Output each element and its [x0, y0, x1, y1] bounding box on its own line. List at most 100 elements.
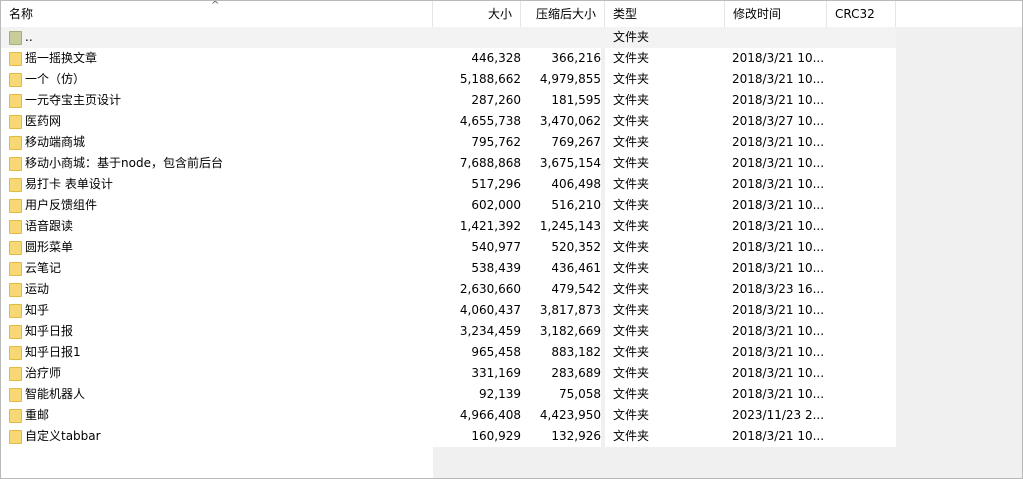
folder-row[interactable]: 重邮 4,966,408 4,423,950 文件夹 2023/11/23 2...	[1, 405, 896, 426]
folder-type: 文件夹	[605, 300, 725, 321]
folder-packed-size: 4,979,855	[521, 69, 601, 90]
folder-modified: 2018/3/21 10...	[725, 195, 827, 216]
folder-row[interactable]: 知乎 4,060,437 3,817,873 文件夹 2018/3/21 10...	[1, 300, 896, 321]
column-header-packed-size[interactable]: 压缩后大小	[521, 1, 605, 27]
folder-modified: 2018/3/21 10...	[725, 216, 827, 237]
folder-row[interactable]: 知乎日报1 965,458 883,182 文件夹 2018/3/21 10...	[1, 342, 896, 363]
folder-icon	[9, 241, 22, 255]
folder-row[interactable]: 运动 2,630,660 479,542 文件夹 2018/3/23 16...	[1, 279, 896, 300]
folder-name: 运动	[25, 282, 50, 296]
folder-crc32	[827, 111, 896, 132]
folder-name: 移动端商城	[25, 135, 86, 149]
folder-row[interactable]: 云笔记 538,439 436,461 文件夹 2018/3/21 10...	[1, 258, 896, 279]
column-header-crc32-label: CRC32	[835, 7, 875, 21]
folder-size: 160,929	[433, 426, 521, 447]
folder-size: 538,439	[433, 258, 521, 279]
folder-name-cell: 移动端商城	[1, 132, 433, 153]
folder-name-cell: 用户反馈组件	[1, 195, 433, 216]
folder-modified: 2018/3/21 10...	[725, 384, 827, 405]
folder-packed-size: 181,595	[521, 90, 601, 111]
folder-icon	[9, 325, 22, 339]
folder-icon	[9, 178, 22, 192]
parent-folder-row[interactable]: .. 文件夹	[1, 27, 896, 48]
folder-modified: 2018/3/21 10...	[725, 174, 827, 195]
folder-row[interactable]: 易打卡 表单设计 517,296 406,498 文件夹 2018/3/21 10...	[1, 174, 896, 195]
folder-crc32	[827, 69, 896, 90]
column-header-type[interactable]: 类型	[605, 1, 725, 27]
folder-row[interactable]: 治疗师 331,169 283,689 文件夹 2018/3/21 10...	[1, 363, 896, 384]
folder-row[interactable]: 知乎日报 3,234,459 3,182,669 文件夹 2018/3/21 10...	[1, 321, 896, 342]
folder-size: 602,000	[433, 195, 521, 216]
parent-folder-crc32	[827, 27, 896, 48]
parent-folder-size	[433, 27, 521, 48]
folder-name: 重邮	[25, 408, 50, 422]
folder-row[interactable]: 医药网 4,655,738 3,470,062 文件夹 2018/3/27 10...	[1, 111, 896, 132]
folder-crc32	[827, 279, 896, 300]
folder-size: 2,630,660	[433, 279, 521, 300]
folder-name: 语音跟读	[25, 219, 74, 233]
folder-type: 文件夹	[605, 48, 725, 69]
folder-type: 文件夹	[605, 237, 725, 258]
folder-crc32	[827, 363, 896, 384]
folder-name: 云笔记	[25, 261, 62, 275]
folder-icon	[9, 388, 22, 402]
column-header-modified[interactable]: 修改时间	[725, 1, 827, 27]
column-header-size[interactable]: 大小	[433, 1, 521, 27]
folder-icon	[9, 367, 22, 381]
folder-row[interactable]: 自定义tabbar 160,929 132,926 文件夹 2018/3/21 10..…	[1, 426, 896, 447]
folder-modified: 2018/3/21 10...	[725, 426, 827, 447]
folder-row[interactable]: 智能机器人 92,139 75,058 文件夹 2018/3/21 10...	[1, 384, 896, 405]
folder-name: 知乎	[25, 303, 50, 317]
folder-row[interactable]: 一元夺宝主页设计 287,260 181,595 文件夹 2018/3/21 10...	[1, 90, 896, 111]
folder-row[interactable]: 移动端商城 795,762 769,267 文件夹 2018/3/21 10...	[1, 132, 896, 153]
folder-row[interactable]: 移动小商城：基于node，包含前后台 7,688,868 3,675,154 文件夹 2…	[1, 153, 896, 174]
folder-crc32	[827, 342, 896, 363]
folder-type: 文件夹	[605, 405, 725, 426]
folder-packed-size: 283,689	[521, 363, 601, 384]
folder-row[interactable]: 圆形菜单 540,977 520,352 文件夹 2018/3/21 10...	[1, 237, 896, 258]
folder-name-cell: 智能机器人	[1, 384, 433, 405]
folder-row[interactable]: 摇一摇换文章 446,328 366,216 文件夹 2018/3/21 10...	[1, 48, 896, 69]
parent-folder-modified	[725, 27, 827, 48]
folder-type: 文件夹	[605, 195, 725, 216]
folder-crc32	[827, 132, 896, 153]
folder-modified: 2018/3/27 10...	[725, 111, 827, 132]
folder-size: 1,421,392	[433, 216, 521, 237]
folder-name: 知乎日报	[25, 324, 74, 338]
folder-name-cell: 易打卡 表单设计	[1, 174, 433, 195]
folder-name: 医药网	[25, 114, 62, 128]
folder-name: 知乎日报1	[25, 345, 81, 359]
folder-packed-size: 883,182	[521, 342, 601, 363]
column-header-crc32[interactable]: CRC32	[827, 1, 896, 27]
folder-crc32	[827, 321, 896, 342]
folder-modified: 2018/3/21 10...	[725, 363, 827, 384]
folder-type: 文件夹	[605, 384, 725, 405]
folder-crc32	[827, 90, 896, 111]
folder-type: 文件夹	[605, 174, 725, 195]
folder-name: 一元夺宝主页设计	[25, 93, 122, 107]
folder-name-cell: 移动小商城：基于node，包含前后台	[1, 153, 433, 174]
folder-row[interactable]: 一个（仿） 5,188,662 4,979,855 文件夹 2018/3/21 10..…	[1, 69, 896, 90]
folder-name: 用户反馈组件	[25, 198, 98, 212]
folder-name: 移动小商城：基于node，包含前后台	[25, 156, 223, 170]
folder-size: 446,328	[433, 48, 521, 69]
folder-modified: 2023/11/23 2...	[725, 405, 827, 426]
folder-crc32	[827, 174, 896, 195]
folder-name-cell: 一个（仿）	[1, 69, 433, 90]
folder-row[interactable]: 语音跟读 1,421,392 1,245,143 文件夹 2018/3/21 10...	[1, 216, 896, 237]
folder-modified: 2018/3/21 10...	[725, 321, 827, 342]
parent-folder-type: 文件夹	[605, 27, 725, 48]
folder-packed-size: 520,352	[521, 237, 601, 258]
folder-crc32	[827, 237, 896, 258]
folder-icon	[9, 94, 22, 108]
file-list-view: 名称 ^ 大小 压缩后大小 类型 修改时间 CRC32 .. 文件夹 摇一摇换文…	[0, 0, 1023, 479]
folder-icon	[9, 115, 22, 129]
folder-type: 文件夹	[605, 132, 725, 153]
folder-modified: 2018/3/21 10...	[725, 342, 827, 363]
folder-crc32	[827, 195, 896, 216]
folder-packed-size: 406,498	[521, 174, 601, 195]
folder-name-cell: 知乎日报1	[1, 342, 433, 363]
folder-row[interactable]: 用户反馈组件 602,000 516,210 文件夹 2018/3/21 10...	[1, 195, 896, 216]
folder-icon	[9, 136, 22, 150]
folder-size: 331,169	[433, 363, 521, 384]
